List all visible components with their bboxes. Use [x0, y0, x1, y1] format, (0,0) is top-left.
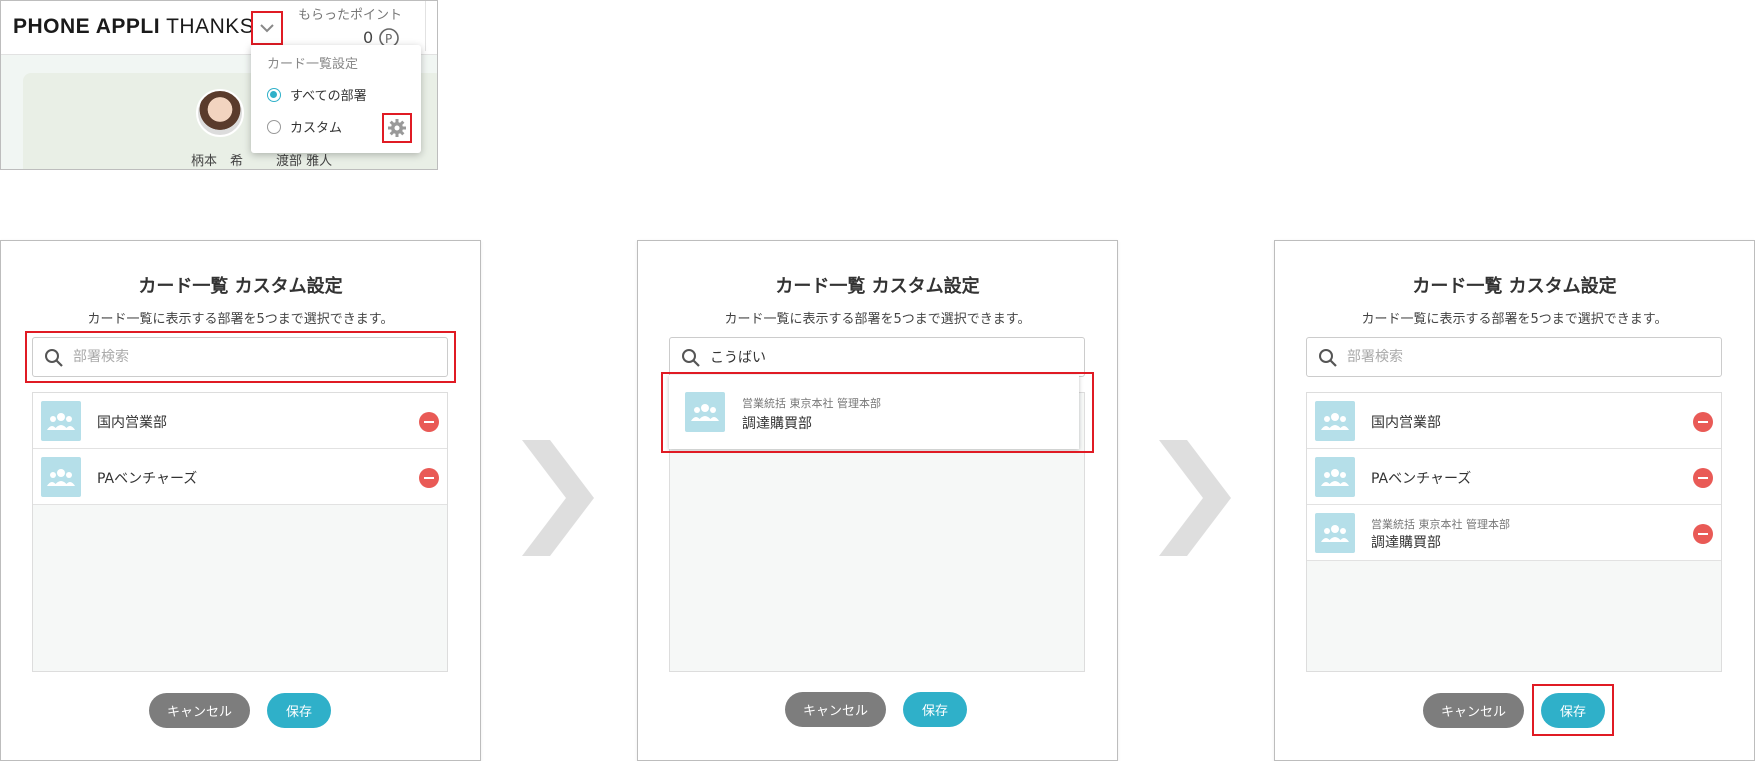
- remove-icon[interactable]: [419, 412, 439, 432]
- custom-settings-dialog-step2: カード一覧 カスタム設定 カード一覧に表示する部署を5つまで選択できます。: [637, 240, 1118, 761]
- custom-settings-dialog-step1: カード一覧 カスタム設定 カード一覧に表示する部署を5つまで選択できます。 国内…: [0, 240, 481, 761]
- header-dropdown-crop: 柄本 希 渡部 雅人 PHONE APPLI THANKS もらったポイント 0 …: [0, 0, 438, 170]
- save-button[interactable]: 保存: [1541, 693, 1605, 728]
- save-button[interactable]: 保存: [267, 693, 331, 728]
- received-points: もらったポイント 0 P: [288, 1, 426, 51]
- remove-icon[interactable]: [1693, 524, 1713, 544]
- dialog-title: カード一覧 カスタム設定: [775, 276, 980, 297]
- department-search[interactable]: [669, 337, 1085, 377]
- radio-unselected-icon: [267, 119, 281, 134]
- department-name: PAベンチャーズ: [97, 471, 198, 487]
- group-icon: [41, 457, 81, 497]
- menu-title: カード一覧設定: [267, 57, 359, 72]
- gear-icon: [388, 119, 406, 137]
- selected-departments-list: 国内営業部 PAベンチャーズ: [32, 392, 448, 672]
- group-icon: [685, 392, 725, 432]
- search-icon: [1319, 349, 1337, 367]
- dialog-title: カード一覧 カスタム設定: [1412, 276, 1617, 297]
- cancel-button[interactable]: キャンセル: [149, 693, 250, 728]
- custom-settings-button[interactable]: [382, 113, 412, 143]
- points-label: もらったポイント: [298, 8, 403, 23]
- option-all-departments[interactable]: すべての部署: [267, 85, 367, 104]
- list-item: PAベンチャーズ: [33, 449, 447, 505]
- brand-logo: PHONE APPLI THANKS: [13, 15, 255, 38]
- group-icon: [1315, 401, 1355, 441]
- group-icon: [1315, 513, 1355, 553]
- next-step-arrow-icon: [522, 440, 594, 556]
- dialog-subtitle: カード一覧に表示する部署を5つまで選択できます。: [724, 312, 1031, 327]
- department-path: 営業統括 東京本社 管理本部: [1371, 518, 1510, 531]
- custom-settings-dialog-step3: カード一覧 カスタム設定 カード一覧に表示する部署を5つまで選択できます。 国内…: [1274, 240, 1755, 761]
- department-name: 調達購買部: [1371, 535, 1441, 551]
- department-search[interactable]: [1306, 337, 1722, 377]
- department-name: PAベンチャーズ: [1371, 471, 1472, 487]
- list-item: 国内営業部: [33, 393, 447, 449]
- list-item: PAベンチャーズ: [1307, 449, 1721, 505]
- department-search[interactable]: [32, 337, 448, 377]
- department-name: 国内営業部: [97, 415, 167, 431]
- card-list-settings-menu: カード一覧設定 すべての部署 カスタム: [251, 45, 421, 153]
- radio-selected-icon: [267, 87, 281, 102]
- cancel-button[interactable]: キャンセル: [785, 692, 886, 727]
- svg-text:P: P: [385, 32, 392, 46]
- department-name: 国内営業部: [1371, 415, 1441, 431]
- department-path: 営業統括 東京本社 管理本部: [742, 397, 881, 410]
- search-input[interactable]: [710, 346, 1070, 368]
- search-result-item[interactable]: 営業統括 東京本社 管理本部 調達購買部: [669, 375, 1079, 449]
- remove-icon[interactable]: [1693, 468, 1713, 488]
- save-button[interactable]: 保存: [903, 692, 967, 727]
- avatar: [196, 89, 244, 137]
- group-icon: [41, 401, 81, 441]
- person-name: 柄本 希: [191, 154, 244, 169]
- search-icon: [45, 349, 63, 367]
- next-step-arrow-icon: [1159, 440, 1231, 556]
- search-input[interactable]: [1347, 346, 1707, 368]
- department-name: 調達購買部: [742, 416, 812, 432]
- selected-departments-list: 国内営業部 PAベンチャーズ 営業統括 東京本社 管理本部 調達購買部: [1306, 392, 1722, 672]
- option-custom[interactable]: カスタム: [267, 117, 342, 136]
- chevron-down-icon: [260, 24, 274, 33]
- dialog-subtitle: カード一覧に表示する部署を5つまで選択できます。: [1361, 312, 1668, 327]
- list-item: 営業統括 東京本社 管理本部 調達購買部: [1307, 505, 1721, 561]
- cancel-button[interactable]: キャンセル: [1423, 693, 1524, 728]
- remove-icon[interactable]: [1693, 412, 1713, 432]
- group-icon: [1315, 457, 1355, 497]
- search-icon: [682, 349, 700, 367]
- list-item: 国内営業部: [1307, 393, 1721, 449]
- search-input[interactable]: [73, 346, 433, 368]
- dialog-subtitle: カード一覧に表示する部署を5つまで選択できます。: [87, 312, 394, 327]
- dialog-title: カード一覧 カスタム設定: [138, 276, 343, 297]
- remove-icon[interactable]: [419, 468, 439, 488]
- card-settings-toggle-button[interactable]: [251, 11, 283, 45]
